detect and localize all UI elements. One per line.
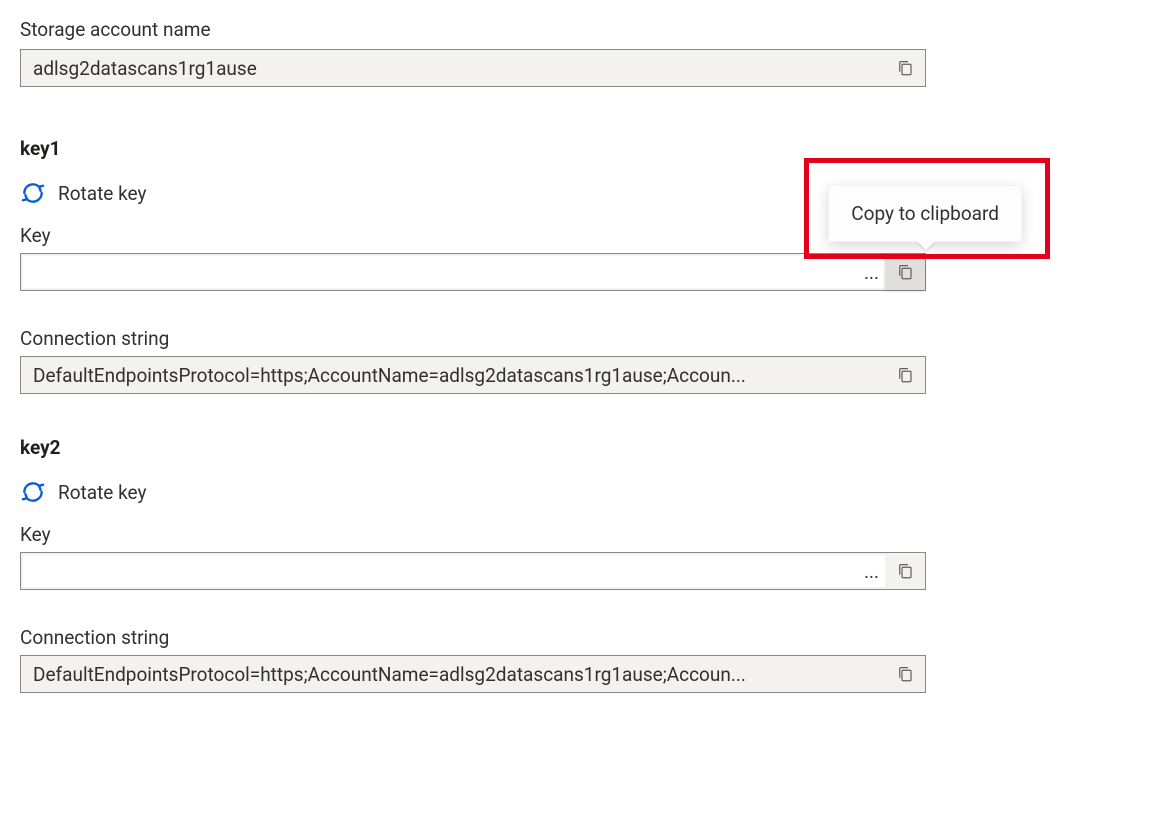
rotate-icon: [20, 180, 46, 206]
rotate-key-label: Rotate key: [58, 182, 147, 205]
copy-icon: [896, 366, 914, 384]
copy-key1-button[interactable]: [885, 254, 925, 290]
copy-icon: [896, 562, 914, 580]
key1-connstr-field: DefaultEndpointsProtocol=https;AccountNa…: [20, 356, 926, 394]
copy-icon: [896, 665, 914, 683]
key2-rotate-button[interactable]: Rotate key: [20, 479, 1144, 505]
rotate-icon: [20, 479, 46, 505]
copy-storage-account-button[interactable]: [893, 56, 917, 80]
copy-icon: [896, 263, 914, 281]
key2-heading: key2: [20, 436, 1144, 459]
copy-icon: [896, 59, 914, 77]
key2-key-field: ...: [20, 552, 926, 590]
key2-key-value: ...: [23, 555, 885, 587]
storage-account-value: adlsg2datascans1rg1ause: [33, 57, 885, 80]
key1-connstr-value: DefaultEndpointsProtocol=https;AccountNa…: [33, 364, 885, 387]
key2-connstr-label: Connection string: [20, 626, 1144, 649]
key2-key-label: Key: [20, 523, 1144, 546]
storage-account-label: Storage account name: [20, 18, 1144, 41]
key2-connstr-value: DefaultEndpointsProtocol=https;AccountNa…: [33, 663, 885, 686]
copy-key1-connstr-button[interactable]: [893, 363, 917, 387]
rotate-key-label: Rotate key: [58, 481, 147, 504]
key1-heading: key1: [20, 137, 1144, 160]
storage-account-field: adlsg2datascans1rg1ause: [20, 49, 926, 87]
key1-key-field: ...: [20, 253, 926, 291]
copy-key2-connstr-button[interactable]: [893, 662, 917, 686]
key2-connstr-field: DefaultEndpointsProtocol=https;AccountNa…: [20, 655, 926, 693]
key1-key-value: ...: [23, 256, 885, 288]
copy-key2-button[interactable]: [885, 553, 925, 589]
key1-connstr-label: Connection string: [20, 327, 1144, 350]
copy-tooltip: Copy to clipboard: [828, 185, 1022, 242]
